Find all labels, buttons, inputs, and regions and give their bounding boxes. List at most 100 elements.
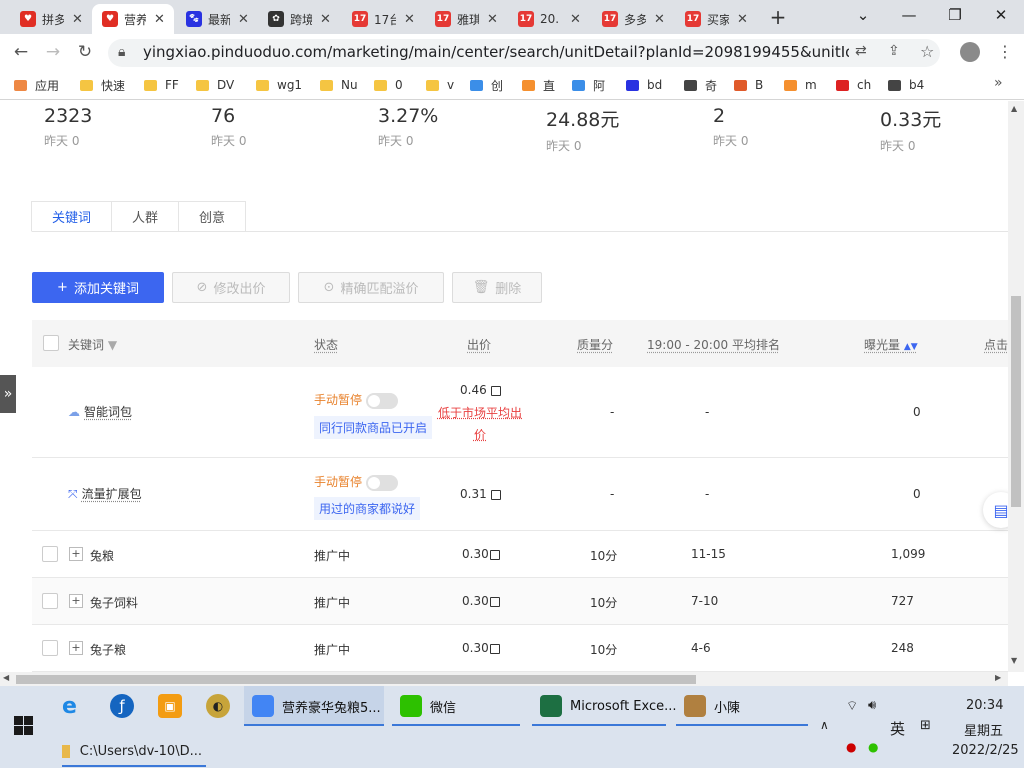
volume-icon[interactable]: 🔊︎ — [868, 698, 876, 713]
browser-tab[interactable]: ♥ 拼多 ✕ — [10, 4, 90, 34]
browser-tab[interactable]: 17 17台 ✕ — [342, 4, 422, 34]
tab-keywords[interactable]: 关键词 — [31, 201, 113, 232]
bid-value[interactable]: 0.30 — [462, 547, 500, 561]
expand-button[interactable]: + — [69, 641, 83, 655]
more-bookmarks-icon[interactable]: » — [994, 75, 1003, 91]
browser-tab[interactable]: 17 多多 ✕ — [592, 4, 674, 34]
package-name[interactable]: ⤧ 流量扩展包 — [68, 485, 142, 502]
package-name[interactable]: ☁︎ 智能词包 — [68, 403, 132, 420]
network-icon[interactable]: ⌔ — [846, 698, 858, 714]
tray-chevron-icon[interactable]: ∧ — [820, 718, 829, 732]
bid-value[interactable]: 0.31 — [460, 487, 501, 501]
bookmark-item[interactable]: 阿 — [572, 76, 605, 94]
edit-icon[interactable] — [490, 489, 501, 500]
side-collapse-button[interactable]: » — [0, 375, 16, 413]
close-tab-icon[interactable]: ✕ — [404, 12, 415, 27]
ime-mode-icon[interactable]: ⊞ — [920, 718, 931, 733]
horizontal-scroll-thumb[interactable] — [16, 675, 696, 684]
close-tab-icon[interactable]: ✕ — [737, 12, 748, 27]
browser-tab[interactable]: 🐾︎ 最新 ✕ — [176, 4, 256, 34]
expand-button[interactable]: + — [69, 547, 83, 561]
edit-icon[interactable] — [490, 385, 501, 396]
bookmark-item[interactable]: bd — [626, 76, 662, 94]
taskbar-app-button[interactable]: 微信 — [392, 686, 520, 726]
sort-icon[interactable]: ▲▼ — [904, 342, 918, 352]
bookmark-item[interactable]: m — [784, 76, 817, 94]
edit-icon[interactable] — [489, 596, 500, 607]
col-clicks[interactable]: 点击 — [984, 336, 1008, 353]
scroll-right-arrow-icon[interactable]: ▶ — [995, 673, 1001, 682]
vertical-scroll-thumb[interactable] — [1011, 296, 1021, 507]
bookmark-item[interactable]: 直 — [522, 76, 555, 94]
back-button[interactable]: ← — [8, 40, 34, 64]
explorer-button[interactable]: C:\Users\dv-10\D... — [62, 738, 202, 764]
bookmark-item[interactable]: b4 — [888, 76, 924, 94]
taskbar-app-button[interactable]: 营养豪华兔粮5... — [244, 686, 384, 726]
bookmark-item[interactable]: 创 — [470, 76, 503, 94]
col-bid[interactable]: 出价 — [467, 336, 491, 353]
bookmark-item[interactable]: v — [426, 76, 454, 94]
col-rank[interactable]: 19:00 - 20:00 平均排名 — [647, 336, 780, 353]
col-quality[interactable]: 质量分 — [577, 336, 613, 353]
clock-time[interactable]: 20:34 — [966, 698, 1003, 713]
minimize-button[interactable]: — — [886, 0, 932, 30]
restore-button[interactable]: ❐ — [932, 0, 978, 30]
taskbar-app-button[interactable]: Microsoft Exce... — [532, 686, 677, 726]
precise-match-premium-button[interactable]: ⊙ 精确匹配溢价 — [298, 272, 444, 303]
share-icon[interactable]: ⇪ — [888, 43, 900, 59]
bookmark-item[interactable]: FF — [144, 76, 179, 94]
clock-weekday[interactable]: 星期五 — [964, 720, 1003, 739]
star-icon[interactable]: ☆ — [920, 42, 934, 61]
close-tab-icon[interactable]: ✕ — [72, 12, 83, 27]
bookmark-item[interactable]: ch — [836, 76, 871, 94]
bookmark-item[interactable]: Nu — [320, 76, 358, 94]
row-checkbox[interactable] — [42, 546, 58, 562]
close-tab-icon[interactable]: ✕ — [320, 12, 331, 27]
lock-icon[interactable]: 🔒︎ — [118, 44, 125, 60]
browser-tab[interactable]: 17 买家秀 ✕ — [675, 4, 759, 34]
tab-audience[interactable]: 人群 — [111, 201, 180, 232]
menu-kebab-icon[interactable]: ⋮ — [997, 42, 1013, 61]
app-f-icon[interactable]: ƒ — [110, 694, 134, 718]
edit-icon[interactable] — [489, 643, 500, 654]
bookmark-item[interactable]: 应用 — [14, 76, 59, 94]
scroll-up-arrow-icon[interactable]: ▲ — [1011, 104, 1017, 113]
wechat-tray-icon[interactable]: ● — [868, 740, 878, 754]
new-tab-button[interactable]: + — [764, 4, 792, 30]
scroll-down-arrow-icon[interactable]: ▼ — [1011, 656, 1017, 665]
url-text[interactable]: yingxiao.pinduoduo.com/marketing/main/ce… — [143, 43, 849, 61]
edit-icon[interactable] — [489, 549, 500, 560]
row-checkbox[interactable] — [42, 593, 58, 609]
col-impressions[interactable]: 曝光量 ▲▼ — [864, 336, 918, 353]
bookmark-item[interactable]: 0 — [374, 76, 403, 94]
app-orange-icon[interactable]: ▣ — [158, 694, 182, 718]
bid-value[interactable]: 0.30 — [462, 594, 500, 608]
add-keyword-button[interactable]: + 添加关键词 — [32, 272, 164, 303]
delete-button[interactable]: 🗑︎ 删除 — [452, 272, 542, 303]
bookmark-item[interactable]: B — [734, 76, 763, 94]
close-tab-icon[interactable]: ✕ — [154, 12, 165, 27]
status-toggle[interactable] — [366, 474, 399, 491]
bid-value[interactable]: 0.30 — [462, 641, 500, 655]
bookmark-item[interactable]: 奇 — [684, 76, 717, 94]
bookmark-item[interactable]: wg1 — [256, 76, 302, 94]
browser-tab[interactable]: 17 雅琪 ✕ — [425, 4, 507, 34]
close-window-button[interactable]: ✕ — [978, 0, 1024, 30]
browser-tab[interactable]: ✿ 跨境 ✕ — [258, 4, 340, 34]
scroll-left-arrow-icon[interactable]: ◀ — [3, 673, 9, 682]
browser-tab[interactable]: 17 20. ✕ — [508, 4, 588, 34]
status-toggle[interactable] — [366, 392, 399, 409]
tab-search-chevron-icon[interactable]: ⌄ — [840, 0, 886, 30]
close-tab-icon[interactable]: ✕ — [487, 12, 498, 27]
browser-tab[interactable]: ♥ 营养 ✕ — [92, 4, 174, 34]
forward-button[interactable]: → — [40, 40, 66, 64]
tab-creative[interactable]: 创意 — [178, 201, 247, 232]
reload-button[interactable]: ↻ — [72, 40, 98, 64]
close-tab-icon[interactable]: ✕ — [238, 12, 249, 27]
filter-icon[interactable]: ▼ — [108, 338, 117, 352]
windows-start-icon[interactable] — [14, 716, 34, 736]
bid-value[interactable]: 0.46 — [460, 383, 501, 397]
close-tab-icon[interactable]: ✕ — [570, 12, 581, 27]
profile-avatar[interactable] — [960, 42, 980, 62]
clock-date[interactable]: 2022/2/25 — [952, 743, 1019, 758]
